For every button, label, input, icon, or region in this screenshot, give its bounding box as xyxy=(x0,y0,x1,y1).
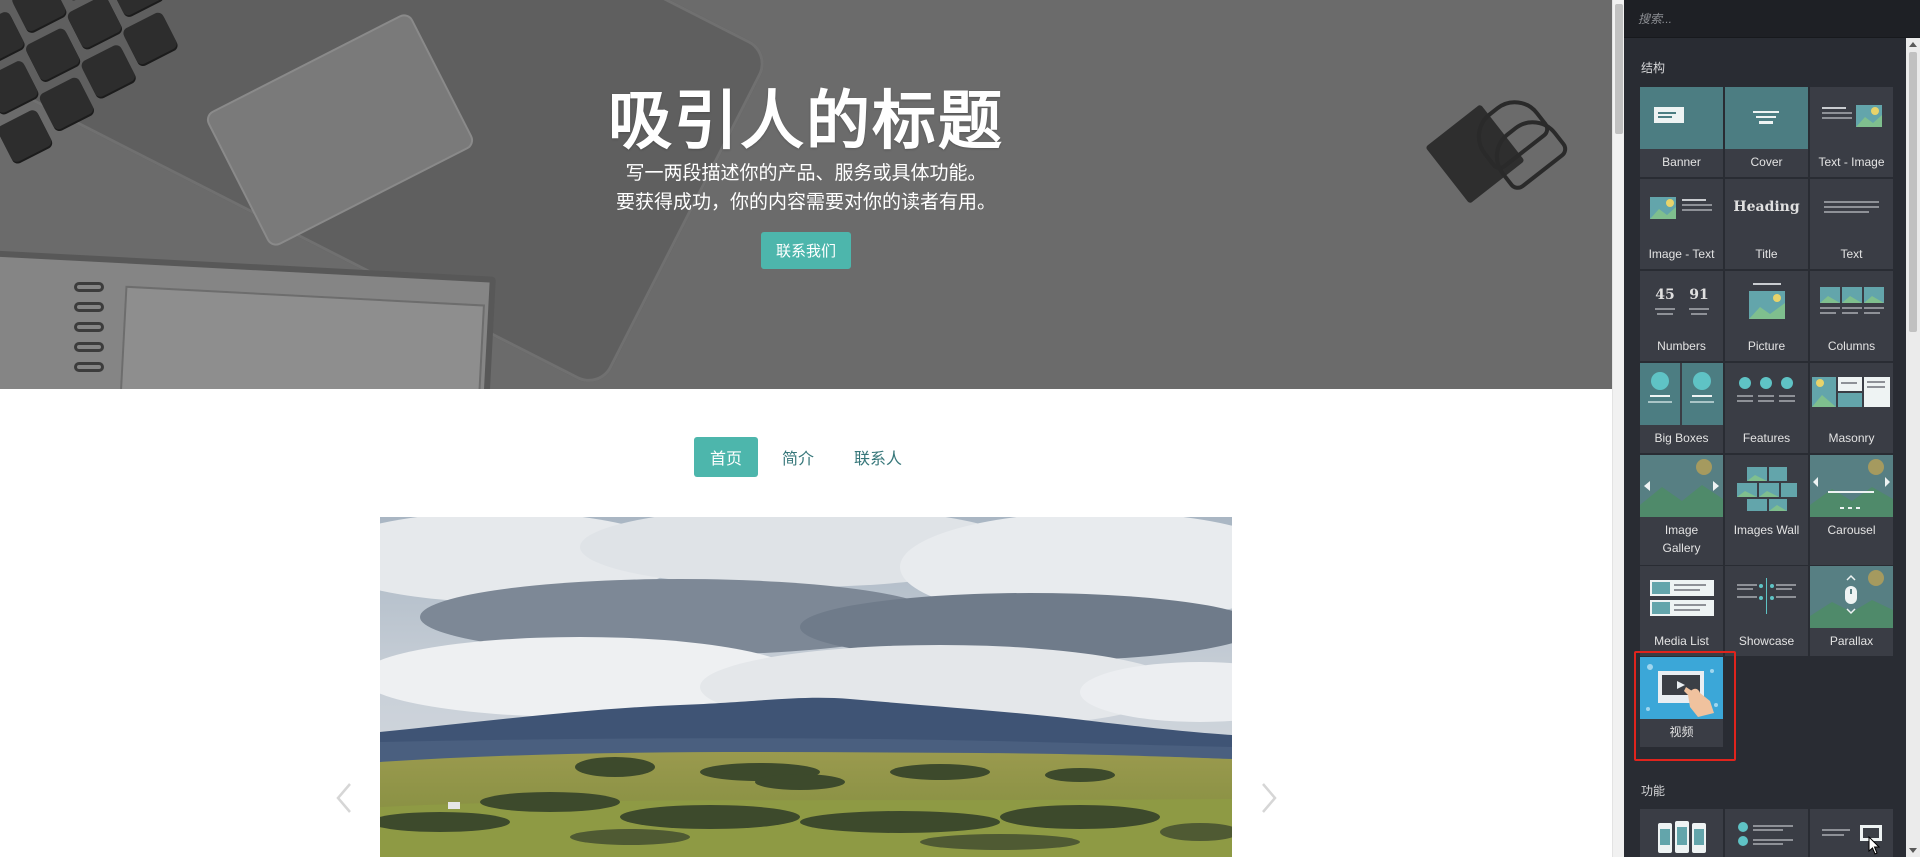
masonry-thumbnail xyxy=(1810,363,1893,425)
banner-thumbnail xyxy=(1640,87,1723,149)
block-image-gallery[interactable]: Image Gallery xyxy=(1640,455,1723,565)
search-bar xyxy=(1624,0,1920,38)
blocks-panel: 结构 Banner Cover Text - Image Image - Tex… xyxy=(1624,0,1920,857)
canvas-scrollbar[interactable] xyxy=(1612,0,1624,857)
title-heading-sample: Heading xyxy=(1733,199,1800,215)
block-title[interactable]: Heading Title xyxy=(1725,179,1808,269)
picture-thumbnail xyxy=(1725,271,1808,333)
block-label: Masonry xyxy=(1828,431,1875,445)
block-video[interactable]: 视频 xyxy=(1640,657,1723,747)
block-label: 视频 xyxy=(1669,725,1694,739)
block-label: Numbers xyxy=(1657,339,1706,353)
block-label: Text xyxy=(1840,247,1863,261)
block-images-wall[interactable]: Images Wall xyxy=(1725,455,1808,565)
block-label: Images Wall xyxy=(1733,523,1800,537)
image-text-thumbnail xyxy=(1640,179,1723,241)
block-features[interactable]: Features xyxy=(1725,363,1808,453)
block-label: Carousel xyxy=(1827,523,1876,537)
block-label: Picture xyxy=(1747,339,1786,353)
block-label: Features xyxy=(1742,431,1791,445)
hero-banner[interactable]: 吸引人的标题 写一两段描述你的产品、服务或具体功能。 要获得成功，你的内容需要对… xyxy=(0,0,1612,389)
numbers-thumbnail: 45 91 xyxy=(1640,271,1723,333)
block-showcase[interactable]: Showcase xyxy=(1725,566,1808,656)
feature-1-thumbnail xyxy=(1640,809,1723,857)
scroll-down-arrow-icon[interactable] xyxy=(1909,848,1917,853)
page-canvas: 吸引人的标题 写一两段描述你的产品、服务或具体功能。 要获得成功，你的内容需要对… xyxy=(0,0,1612,857)
block-label: Title xyxy=(1755,247,1778,261)
search-input[interactable] xyxy=(1638,8,1898,30)
images-wall-thumbnail xyxy=(1725,455,1808,517)
hero-description-line-1[interactable]: 写一两段描述你的产品、服务或具体功能。 xyxy=(0,158,1612,185)
nav-item-home[interactable]: 首页 xyxy=(693,437,758,477)
carousel-next-arrow[interactable] xyxy=(1255,780,1281,816)
text-thumbnail xyxy=(1810,179,1893,241)
cover-thumbnail xyxy=(1725,87,1808,149)
carousel-image[interactable] xyxy=(380,517,1232,857)
mouse-cursor-icon xyxy=(1868,836,1881,855)
block-masonry[interactable]: Masonry xyxy=(1810,363,1893,453)
nav-item-contacts[interactable]: 联系人 xyxy=(838,437,918,477)
block-feature-1[interactable] xyxy=(1640,809,1723,857)
parallax-thumbnail xyxy=(1810,566,1893,628)
section-label-features: 功能 xyxy=(1641,784,1666,798)
title-thumbnail: Heading xyxy=(1725,179,1808,241)
block-parallax[interactable]: Parallax xyxy=(1810,566,1893,656)
block-label: Banner xyxy=(1662,155,1701,169)
media-list-thumbnail xyxy=(1640,566,1723,628)
scroll-thumb[interactable] xyxy=(1909,52,1917,332)
carousel-prev-arrow[interactable] xyxy=(332,780,358,816)
block-label: Image - Text xyxy=(1648,247,1715,261)
hero-title[interactable]: 吸引人的标题 xyxy=(0,70,1612,162)
block-media-list[interactable]: Media List xyxy=(1640,566,1723,656)
image-gallery-thumbnail xyxy=(1640,455,1723,517)
page-nav: 首页 简介 联系人 xyxy=(0,437,1612,477)
block-label: Media List xyxy=(1654,634,1709,648)
block-label: Big Boxes xyxy=(1654,431,1709,445)
block-feature-2[interactable] xyxy=(1725,809,1808,857)
block-text-image[interactable]: Text - Image xyxy=(1810,87,1893,177)
block-label: Image Gallery xyxy=(1662,523,1701,555)
block-banner[interactable]: Banner xyxy=(1640,87,1723,177)
section-label-structure: 结构 xyxy=(1641,61,1666,75)
feature-2-thumbnail xyxy=(1725,809,1808,857)
block-cover[interactable]: Cover xyxy=(1725,87,1808,177)
block-label: Text - Image xyxy=(1818,155,1885,169)
block-picture[interactable]: Picture xyxy=(1725,271,1808,361)
block-label: Columns xyxy=(1827,339,1876,353)
big-boxes-thumbnail xyxy=(1640,363,1723,425)
scroll-up-arrow-icon[interactable] xyxy=(1909,42,1917,47)
block-label: Showcase xyxy=(1738,634,1795,648)
panel-scrollbar[interactable] xyxy=(1906,38,1920,857)
text-image-thumbnail xyxy=(1810,87,1893,149)
block-carousel[interactable]: Carousel xyxy=(1810,455,1893,565)
carousel-thumbnail xyxy=(1810,455,1893,517)
showcase-thumbnail xyxy=(1725,566,1808,628)
block-big-boxes[interactable]: Big Boxes xyxy=(1640,363,1723,453)
block-numbers[interactable]: 45 91 Numbers xyxy=(1640,271,1723,361)
contact-us-button[interactable]: 联系我们 xyxy=(761,232,851,269)
features-thumbnail xyxy=(1725,363,1808,425)
block-image-text[interactable]: Image - Text xyxy=(1640,179,1723,269)
block-text[interactable]: Text xyxy=(1810,179,1893,269)
block-label: Parallax xyxy=(1829,634,1874,648)
nav-item-about[interactable]: 简介 xyxy=(766,437,830,477)
columns-thumbnail xyxy=(1810,271,1893,333)
hero-description-line-2[interactable]: 要获得成功，你的内容需要对你的读者有用。 xyxy=(0,187,1612,214)
block-columns[interactable]: Columns xyxy=(1810,271,1893,361)
video-thumbnail xyxy=(1640,657,1723,719)
block-label: Cover xyxy=(1750,155,1783,169)
